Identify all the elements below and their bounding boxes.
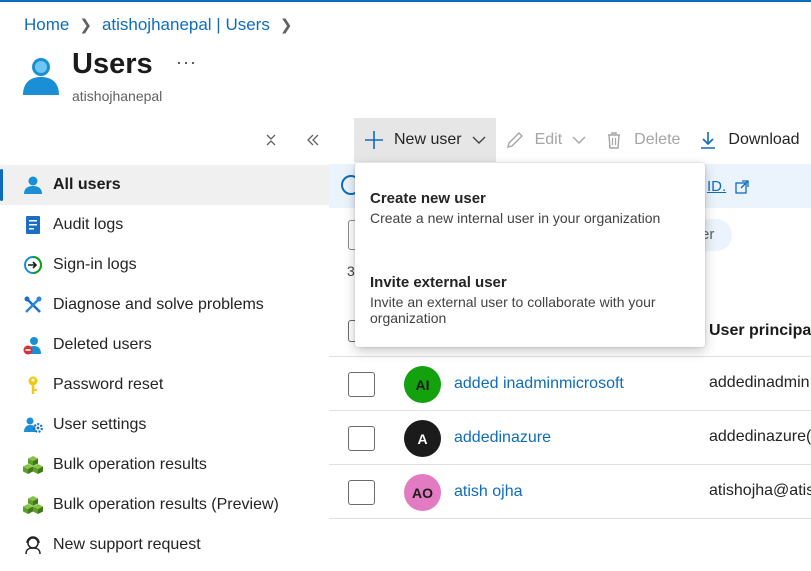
sidebar-item-label: Diagnose and solve problems (53, 296, 264, 313)
collapse-icon[interactable] (263, 132, 279, 148)
double-chevron-left-icon[interactable] (305, 132, 321, 148)
sidebar-item-label: User settings (53, 416, 147, 433)
avatar: AO (404, 474, 441, 511)
pencil-icon (505, 130, 525, 150)
avatar: A (404, 420, 441, 457)
key-icon (23, 375, 43, 395)
menu-item-title: Invite external user (370, 274, 507, 291)
download-icon (698, 130, 718, 150)
more-options-icon[interactable]: ··· (176, 52, 197, 73)
delete-button[interactable]: Delete (595, 118, 689, 162)
row-checkbox[interactable] (348, 480, 375, 505)
sidebar-item-label: Audit logs (53, 216, 124, 233)
edit-button[interactable]: Edit (496, 118, 596, 162)
user-icon (23, 175, 43, 195)
sidebar-item-label: All users (53, 176, 121, 193)
sidebar-item-password-reset[interactable]: Password reset (0, 365, 329, 405)
user-count: 3 (347, 263, 355, 279)
sidebar-item-label: Bulk operation results (53, 456, 207, 473)
sidebar-item-diagnose[interactable]: Diagnose and solve problems (0, 285, 329, 325)
user-principal-name: addedinazure( (709, 428, 811, 445)
sidebar-item-deleted-users[interactable]: Deleted users (0, 325, 329, 365)
sidebar-item-bulk-results-preview[interactable]: Bulk operation results (Preview) (0, 485, 329, 525)
breadcrumb: Home ❯ atishojhanepal | Users ❯ (24, 15, 302, 35)
row-checkbox[interactable] (348, 372, 375, 397)
edit-label: Edit (534, 131, 563, 148)
menu-item-create-new-user[interactable]: Create new user Create a new internal us… (370, 190, 690, 226)
sidebar-item-label: Deleted users (53, 336, 152, 353)
support-icon (23, 535, 43, 555)
toolbar: New user Edit Delete Download (354, 118, 809, 162)
chevron-right-icon: ❯ (79, 17, 92, 34)
users-page-icon (23, 58, 59, 95)
user-principal-name: addedinadmin (709, 374, 810, 391)
learn-more-link[interactable]: ID. (707, 178, 726, 195)
sidebar-item-bulk-results[interactable]: Bulk operation results (0, 445, 329, 485)
user-name-link[interactable]: atish ojha (454, 483, 523, 501)
delete-label: Delete (634, 131, 681, 148)
download-button[interactable]: Download (689, 118, 808, 162)
sidebar-item-support-request[interactable]: New support request (0, 525, 329, 565)
sidebar-item-label: Sign-in logs (53, 256, 137, 273)
sidebar-item-all-users[interactable]: All users (0, 165, 329, 205)
sidebar-item-user-settings[interactable]: User settings (0, 405, 329, 445)
wrench-icon (23, 295, 43, 315)
download-label: Download (728, 131, 800, 148)
menu-item-title: Create new user (370, 190, 486, 207)
menu-item-description: Invite an external user to collaborate w… (370, 294, 656, 326)
cubes-icon (23, 455, 43, 475)
user-settings-icon (23, 415, 43, 435)
plus-icon (364, 130, 384, 150)
avatar: AI (404, 366, 441, 403)
breadcrumb-tenant[interactable]: atishojhanepal | Users (102, 15, 270, 35)
trash-icon (604, 130, 624, 150)
audit-log-icon (23, 215, 43, 235)
sidebar-item-label: Bulk operation results (Preview) (53, 496, 279, 513)
sidebar-item-label: New support request (53, 536, 201, 553)
user-name-link[interactable]: addedinazure (454, 429, 551, 447)
sidebar-item-audit-logs[interactable]: Audit logs (0, 205, 329, 245)
chevron-down-icon (472, 135, 486, 145)
new-user-button[interactable]: New user (354, 118, 496, 162)
deleted-user-icon (23, 335, 43, 355)
page-title: Users (72, 48, 153, 80)
cubes-icon (23, 495, 43, 515)
sidebar-item-label: Password reset (53, 376, 164, 393)
new-user-label: New user (394, 131, 462, 148)
user-principal-name: atishojha@atis (709, 482, 811, 499)
menu-item-invite-external-user[interactable]: Invite external user Invite an external … (370, 274, 690, 326)
sidebar: All users Audit logs Sign-in logs Diagno… (0, 165, 329, 565)
user-name-link[interactable]: added inadminmicrosoft (454, 375, 624, 393)
breadcrumb-home[interactable]: Home (24, 15, 69, 35)
chevron-right-icon: ❯ (279, 17, 293, 34)
upn-column-header[interactable]: User principal (709, 322, 811, 340)
table-row[interactable]: AO atish ojha atishojha@atis (329, 466, 811, 519)
row-checkbox[interactable] (348, 426, 375, 451)
chevron-down-icon (572, 135, 586, 145)
table-row[interactable]: AI added inadminmicrosoft addedinadmin (329, 358, 811, 411)
table-row[interactable]: A addedinazure addedinazure( (329, 412, 811, 465)
menu-item-description: Create a new internal user in your organ… (370, 210, 661, 226)
external-link-icon[interactable] (735, 180, 749, 194)
sign-in-icon (23, 255, 43, 275)
sidebar-item-sign-in-logs[interactable]: Sign-in logs (0, 245, 329, 285)
page-subtitle: atishojhanepal (72, 88, 163, 104)
new-user-menu: Create new user Create a new internal us… (355, 163, 705, 347)
